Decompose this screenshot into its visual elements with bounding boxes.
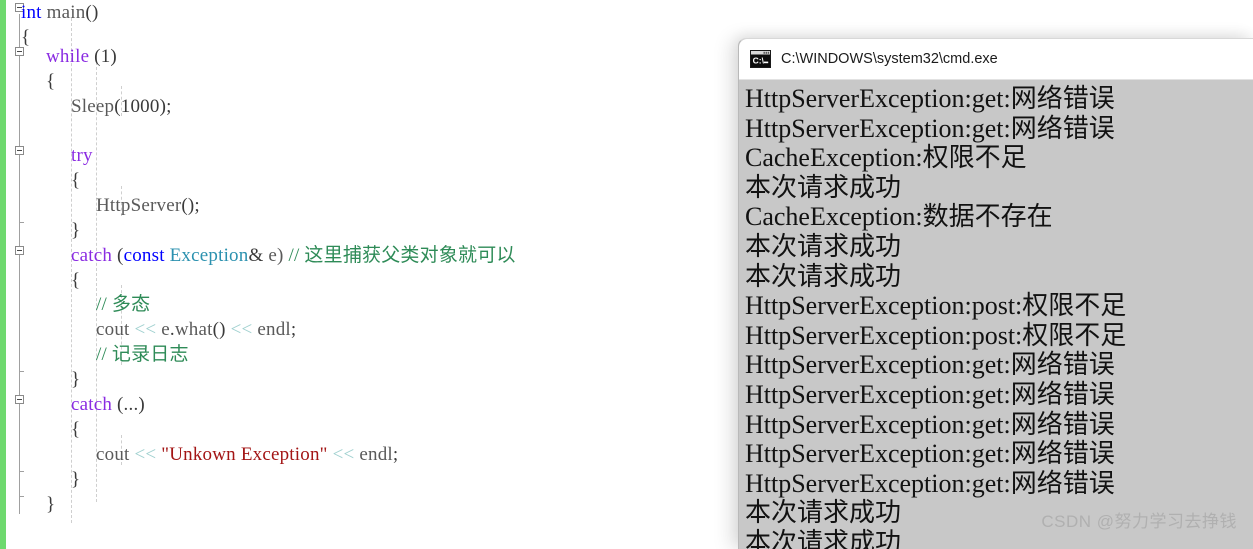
code-line[interactable]: Sleep(1000); — [71, 94, 172, 119]
code-token: int — [21, 2, 42, 23]
code-token: cout — [96, 319, 130, 340]
console-output-line: HttpServerException:get:网络错误 — [745, 350, 1115, 380]
code-token: << — [134, 319, 157, 340]
console-output-line: HttpServerException:get:网络错误 — [745, 84, 1115, 113]
code-token: catch — [71, 245, 113, 266]
code-token: 1 — [100, 46, 111, 67]
code-token: HttpServer — [96, 195, 182, 216]
code-token: { — [46, 71, 56, 92]
code-token: const — [123, 245, 165, 266]
code-line[interactable]: } — [71, 467, 80, 492]
code-line[interactable]: { — [21, 25, 30, 50]
code-line[interactable]: } — [46, 492, 55, 517]
code-token: ( — [112, 245, 124, 266]
code-token: endl — [354, 444, 393, 465]
code-token: } — [71, 469, 81, 490]
screenshot-root: int main(){while (1){Sleep(1000); try{Htt… — [0, 0, 1253, 549]
code-token: << — [134, 444, 157, 465]
code-token: { — [71, 419, 81, 440]
console-output-line: HttpServerException:post:权限不足 — [745, 291, 1127, 321]
code-token: Sleep — [71, 96, 115, 117]
code-line[interactable]: catch (...) — [71, 392, 145, 417]
code-token: () — [212, 319, 231, 340]
code-line[interactable]: int main() — [21, 0, 98, 25]
code-token: main — [46, 2, 86, 23]
cmd-console-window[interactable]: C:\ C:\WINDOWS\system32\cmd.exe HttpServ… — [738, 38, 1253, 549]
code-line[interactable]: // 记录日志 — [96, 342, 189, 367]
console-title-text: C:\WINDOWS\system32\cmd.exe — [781, 51, 998, 67]
code-token: "Unkown Exception" — [161, 444, 328, 465]
code-line[interactable]: } — [71, 218, 80, 243]
code-token: while — [46, 46, 90, 67]
console-output-line: 本次请求成功 — [745, 172, 902, 202]
code-token: & — [248, 245, 264, 266]
console-output-line: HttpServerException:post:权限不足 — [745, 320, 1127, 350]
code-token: // 多态 — [96, 294, 151, 315]
csdn-watermark: CSDN @努力学习去挣钱 — [1041, 512, 1237, 531]
code-token: 1000 — [120, 96, 160, 117]
code-token: ; — [290, 319, 297, 340]
code-token: { — [21, 27, 31, 48]
code-token: } — [71, 369, 81, 390]
code-token: { — [71, 270, 81, 291]
code-text-area[interactable]: int main(){while (1){Sleep(1000); try{Htt… — [0, 0, 740, 549]
console-titlebar[interactable]: C:\ C:\WINDOWS\system32\cmd.exe — [739, 39, 1253, 80]
code-token: << — [332, 444, 355, 465]
code-token: << — [230, 319, 253, 340]
code-token: // 这里捕获父类对象就可以 — [288, 245, 516, 266]
cmd-icon: C:\ — [750, 50, 771, 68]
code-line[interactable]: cout << "Unkown Exception" << endl; — [96, 442, 398, 467]
code-token: () — [85, 2, 99, 23]
console-output-line: HttpServerException:get:网络错误 — [745, 439, 1115, 469]
code-token: } — [71, 220, 81, 241]
code-token: ; — [392, 444, 399, 465]
code-line[interactable]: { — [71, 268, 80, 293]
console-output-lines: HttpServerException:get:网络错误 HttpServerEx… — [743, 84, 1253, 549]
console-output-line: CacheException:权限不足 — [745, 143, 1027, 173]
console-output-line: HttpServerException:get:网络错误 — [745, 113, 1115, 143]
code-token: { — [71, 170, 81, 191]
code-line[interactable]: catch (const Exception& e) // 这里捕获父类对象就可… — [71, 243, 516, 268]
code-token: e — [156, 319, 170, 340]
console-output-line: 本次请求成功 — [745, 231, 902, 261]
console-output-area[interactable]: HttpServerException:get:网络错误 HttpServerEx… — [739, 80, 1253, 549]
console-output-line: HttpServerException:get:网络错误 — [745, 409, 1115, 439]
code-line[interactable]: while (1) — [46, 44, 117, 69]
svg-text:C:\: C:\ — [753, 56, 765, 66]
code-token: (...) — [112, 394, 145, 415]
code-line[interactable]: } — [71, 367, 80, 392]
console-output-line: HttpServerException:get:网络错误 — [745, 468, 1115, 498]
code-token: e) — [263, 245, 289, 266]
code-token: ) — [110, 46, 117, 67]
code-token: // 记录日志 — [96, 344, 189, 365]
code-token: } — [46, 494, 56, 515]
code-token: catch — [71, 394, 113, 415]
indent-guide — [96, 62, 97, 502]
code-token: ); — [159, 96, 172, 117]
code-line[interactable]: { — [46, 69, 55, 94]
code-token: (); — [181, 195, 200, 216]
console-output-line: 本次请求成功 — [745, 261, 902, 291]
code-line[interactable]: try — [71, 143, 93, 168]
code-token: endl — [252, 319, 291, 340]
code-token: Exception — [169, 245, 249, 266]
code-token: try — [71, 145, 93, 166]
code-line[interactable]: cout << e.what() << endl; — [96, 317, 296, 342]
code-line[interactable]: { — [71, 168, 80, 193]
console-output-line: HttpServerException:get:网络错误 — [745, 379, 1115, 409]
console-output-line: CacheException:数据不存在 — [745, 202, 1053, 232]
code-line[interactable]: { — [71, 417, 80, 442]
code-token: cout — [96, 444, 130, 465]
code-token: what — [174, 319, 213, 340]
code-line[interactable]: HttpServer(); — [96, 193, 200, 218]
code-line[interactable]: // 多态 — [96, 292, 150, 317]
code-token: ( — [89, 46, 101, 67]
